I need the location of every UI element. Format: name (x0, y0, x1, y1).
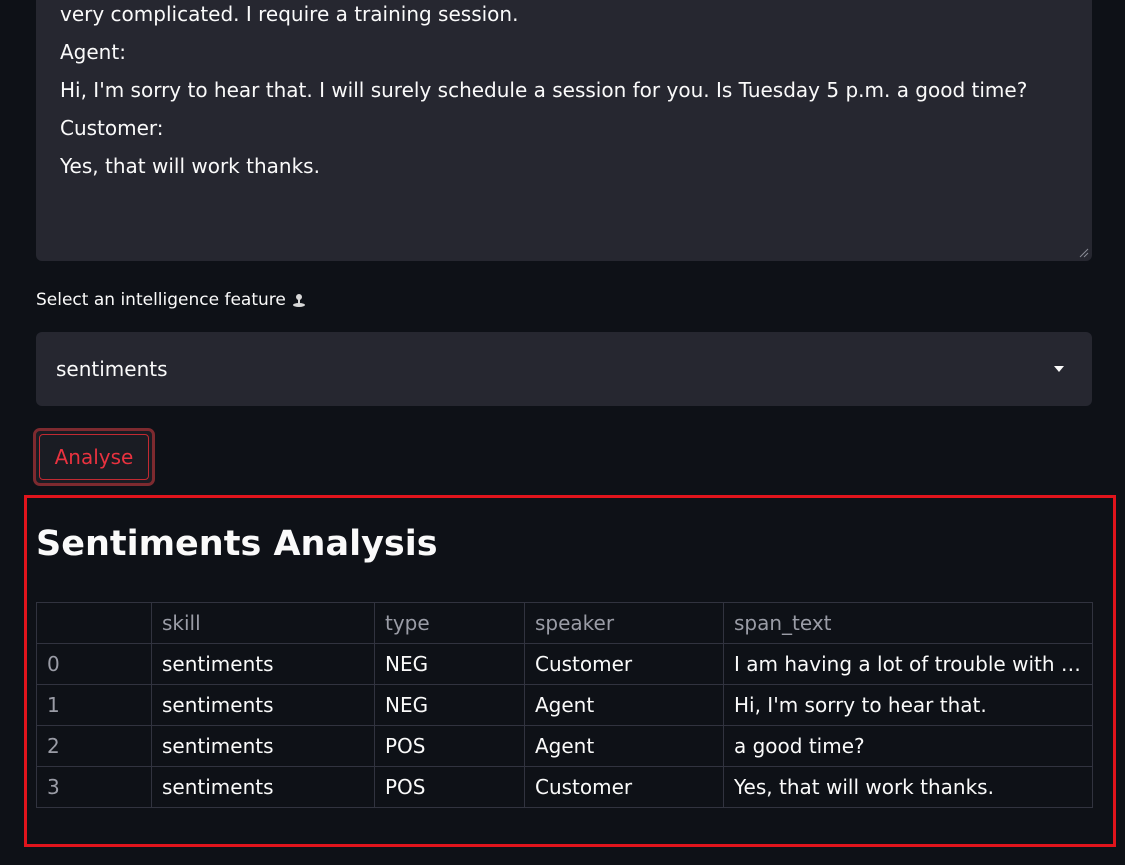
column-header-span-text[interactable]: span_text (723, 602, 1093, 644)
column-header-index (36, 602, 152, 644)
result-title: Sentiments Analysis (36, 524, 438, 564)
table-row: 1 sentiments NEG Agent Hi, I'm sorry to … (36, 684, 1093, 726)
chevron-down-icon (1054, 366, 1064, 372)
feature-select[interactable]: sentiments (36, 332, 1092, 406)
table-row: 0 sentiments NEG Customer I am having a … (36, 643, 1093, 685)
cell-skill: sentiments (151, 766, 375, 808)
cell-type: NEG (374, 684, 525, 726)
cell-span-text: I am having a lot of trouble with the ne… (723, 643, 1093, 685)
feature-select-value: sentiments (56, 357, 168, 381)
cell-skill: sentiments (151, 684, 375, 726)
transcript-line: Hi, I'm sorry to hear that. I will surel… (60, 78, 1028, 102)
cell-speaker: Customer (524, 766, 724, 808)
cell-speaker: Customer (524, 643, 724, 685)
help-icon[interactable] (292, 292, 306, 308)
resize-handle-icon[interactable] (1079, 248, 1089, 258)
column-header-type[interactable]: type (374, 602, 525, 644)
cell-type: POS (374, 725, 525, 767)
analyse-button[interactable]: Analyse (33, 428, 155, 486)
feature-select-label: Select an intelligence feature (36, 290, 306, 310)
cell-speaker: Agent (524, 725, 724, 767)
transcript-textarea[interactable]: very complicated. I require a training s… (36, 0, 1092, 261)
transcript-line: Agent: (60, 40, 126, 64)
row-index: 1 (36, 684, 152, 726)
table-header-row: skill type speaker span_text (36, 602, 1093, 644)
result-table: skill type speaker span_text 0 sentiment… (36, 602, 1093, 808)
cell-skill: sentiments (151, 643, 375, 685)
cell-type: POS (374, 766, 525, 808)
column-header-speaker[interactable]: speaker (524, 602, 724, 644)
feature-select-label-text: Select an intelligence feature (36, 290, 286, 310)
cell-skill: sentiments (151, 725, 375, 767)
transcript-line: very complicated. I require a training s… (60, 2, 519, 26)
column-header-skill[interactable]: skill (151, 602, 375, 644)
transcript-line: Customer: (60, 116, 164, 140)
cell-speaker: Agent (524, 684, 724, 726)
row-index: 3 (36, 766, 152, 808)
app-page: very complicated. I require a training s… (0, 0, 1125, 865)
analyse-button-label: Analyse (39, 434, 149, 480)
row-index: 2 (36, 725, 152, 767)
row-index: 0 (36, 643, 152, 685)
transcript-line: Yes, that will work thanks. (60, 154, 320, 178)
cell-span-text: Hi, I'm sorry to hear that. (723, 684, 1093, 726)
cell-type: NEG (374, 643, 525, 685)
cell-span-text: Yes, that will work thanks. (723, 766, 1093, 808)
cell-span-text: a good time? (723, 725, 1093, 767)
table-row: 2 sentiments POS Agent a good time? (36, 725, 1093, 767)
table-row: 3 sentiments POS Customer Yes, that will… (36, 766, 1093, 808)
transcript-lines: very complicated. I require a training s… (60, 0, 1068, 185)
